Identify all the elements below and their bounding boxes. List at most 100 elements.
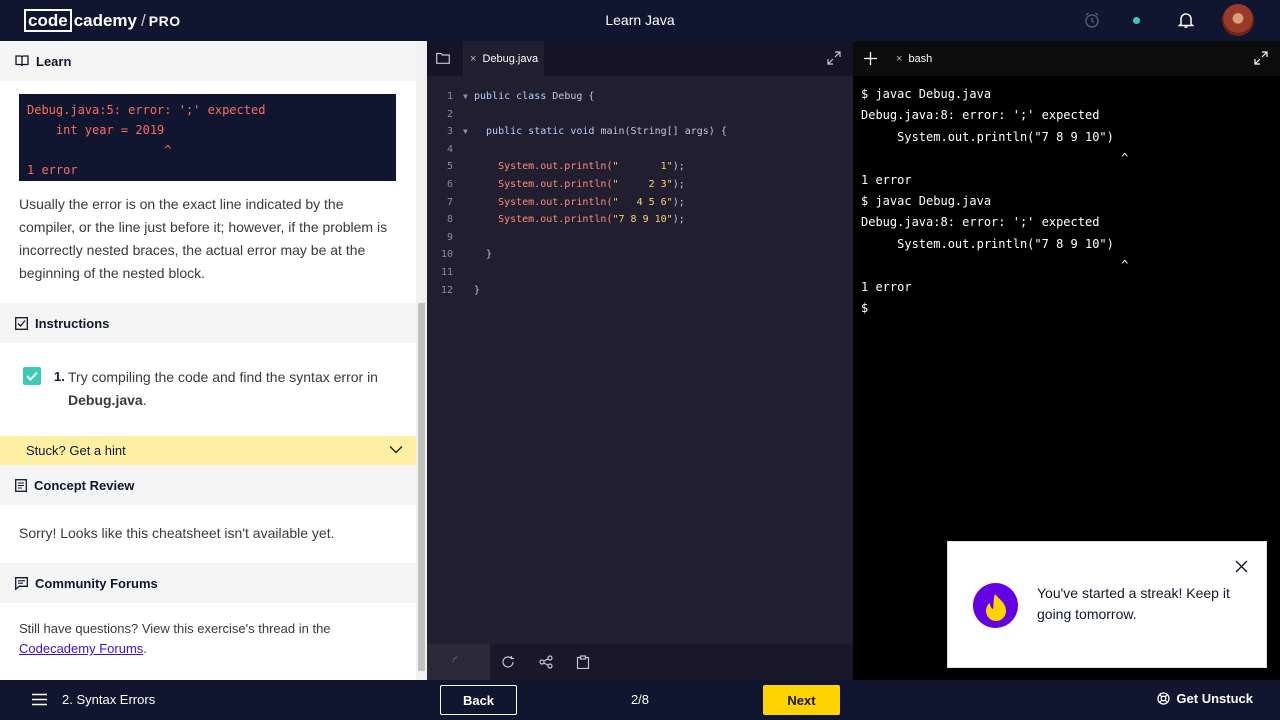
fold-arrow-icon[interactable]: ▼ bbox=[463, 88, 468, 106]
line-number: 8 bbox=[446, 214, 453, 226]
task-text-after: . bbox=[142, 392, 147, 408]
code-string: " 2 3" bbox=[612, 178, 673, 190]
code-line: 8 System.out.println("7 8 9 10"); bbox=[427, 211, 853, 229]
terminal-tab-bar: × bash bbox=[853, 41, 1280, 76]
document-icon bbox=[15, 478, 27, 492]
tab-debug-java[interactable]: × Debug.java bbox=[463, 41, 544, 76]
code-line: 7 System.out.println(" 4 5 6"); bbox=[427, 194, 853, 212]
learn-panel-scrollbar[interactable] bbox=[416, 41, 427, 680]
hint-toggle[interactable]: Stuck? Get a hint bbox=[0, 436, 416, 465]
notification-bell-icon[interactable] bbox=[1177, 11, 1195, 29]
instructions-section-header: Instructions bbox=[0, 303, 416, 343]
code-keyword: public static void bbox=[474, 126, 601, 138]
flame-icon bbox=[973, 583, 1018, 628]
code-line: 5 System.out.println(" 1"); bbox=[427, 158, 853, 176]
loading-spinner-icon bbox=[452, 656, 459, 663]
logo-pro-text: PRO bbox=[148, 12, 181, 29]
forums-link[interactable]: Codecademy Forums bbox=[19, 641, 143, 656]
editor-tab-bar: × Debug.java bbox=[427, 41, 853, 76]
code-text: public class Debug { bbox=[474, 88, 594, 106]
plus-icon[interactable] bbox=[863, 51, 878, 66]
community-forums-section-header: Community Forums bbox=[0, 563, 416, 603]
share-icon[interactable] bbox=[539, 655, 553, 669]
get-unstuck-button[interactable]: Get Unstuck bbox=[1157, 691, 1253, 706]
fold-arrow-icon[interactable]: ▼ bbox=[463, 123, 468, 141]
run-button[interactable] bbox=[427, 644, 490, 680]
code-text: System.out.println(" 1"); bbox=[474, 158, 685, 176]
task-text-before: Try compiling the code and find the synt… bbox=[68, 369, 378, 385]
code-end: ); bbox=[672, 196, 685, 208]
line-number: 1 bbox=[446, 91, 453, 102]
terminal-output[interactable]: $ javac Debug.java Debug.java:8: error: … bbox=[861, 84, 1128, 319]
concept-review-text: Sorry! Looks like this cheatsheet isn't … bbox=[19, 525, 335, 541]
code-end: ); bbox=[672, 161, 685, 173]
user-avatar[interactable] bbox=[1222, 4, 1254, 36]
scrollbar-thumb[interactable] bbox=[418, 303, 425, 671]
code-text: } bbox=[474, 284, 481, 296]
code-line: 9 bbox=[427, 229, 853, 247]
line-number: 11 bbox=[440, 266, 453, 278]
task-text: Try compiling the code and find the synt… bbox=[68, 366, 398, 412]
tab-label: Debug.java bbox=[482, 52, 539, 65]
back-button[interactable]: Back bbox=[440, 685, 517, 715]
code-string: " 1" bbox=[612, 161, 673, 173]
line-number: 2 bbox=[446, 108, 453, 120]
exercise-progress: 2/8 bbox=[630, 692, 650, 707]
learn-explanation: Usually the error is on the exact line i… bbox=[19, 196, 388, 281]
forums-text-after: . bbox=[143, 641, 147, 656]
code-string: " 4 5 6" bbox=[612, 196, 673, 208]
line-number: 12 bbox=[440, 284, 453, 296]
reset-icon[interactable] bbox=[501, 655, 515, 669]
alarm-clock-icon[interactable] bbox=[1083, 11, 1101, 29]
code-call: System.out.println( bbox=[474, 214, 613, 226]
code-keyword: public class bbox=[474, 91, 553, 102]
toast-message: You've started a streak! Keep it going t… bbox=[1037, 585, 1230, 622]
code-lines[interactable]: 1 ▼ public class Debug { 2 3 ▼ public st… bbox=[427, 88, 853, 299]
line-number: 5 bbox=[446, 161, 453, 173]
clipboard-icon[interactable] bbox=[576, 655, 590, 669]
code-line: 10 } bbox=[427, 246, 853, 264]
community-forums-heading: Community Forums bbox=[35, 575, 158, 591]
tab-label: bash bbox=[908, 52, 933, 65]
expand-icon[interactable] bbox=[827, 51, 841, 65]
get-unstuck-label: Get Unstuck bbox=[1176, 691, 1253, 706]
next-button[interactable]: Next bbox=[763, 685, 840, 715]
chat-bubble-icon bbox=[15, 576, 28, 590]
book-icon bbox=[15, 55, 29, 67]
learn-heading: Learn bbox=[36, 53, 72, 69]
instructions-heading: Instructions bbox=[35, 315, 110, 331]
tab-bash[interactable]: × bash bbox=[890, 41, 945, 76]
code-text: System.out.println(" 4 5 6"); bbox=[474, 194, 685, 212]
line-number: 7 bbox=[446, 196, 453, 208]
chevron-down-icon bbox=[389, 446, 403, 454]
code-line: 6 System.out.println(" 2 3"); bbox=[427, 176, 853, 194]
task-file-name: Debug.java bbox=[68, 392, 143, 408]
code-call: System.out.println( bbox=[474, 196, 613, 208]
hamburger-menu-icon[interactable] bbox=[32, 693, 47, 706]
code-end: ); bbox=[672, 178, 685, 190]
checkbox-icon bbox=[15, 316, 28, 330]
code-line: 3 ▼ public static void main(String[] arg… bbox=[427, 123, 853, 141]
close-tab-icon[interactable]: × bbox=[470, 53, 476, 65]
code-text: } bbox=[474, 249, 493, 261]
expand-icon[interactable] bbox=[1254, 51, 1268, 65]
code-end: ); bbox=[672, 214, 685, 226]
hint-label: Stuck? Get a hint bbox=[26, 443, 126, 458]
code-rest: Debug { bbox=[552, 91, 595, 102]
streak-toast: You've started a streak! Keep it going t… bbox=[947, 541, 1267, 668]
code-editor: × Debug.java 1 ▼ public class Debug { 2 … bbox=[427, 41, 853, 680]
line-number: 6 bbox=[446, 178, 453, 190]
folder-icon[interactable] bbox=[436, 52, 450, 64]
code-line: 1 ▼ public class Debug { bbox=[427, 88, 853, 106]
close-icon[interactable] bbox=[1235, 560, 1248, 573]
codecademy-pro-logo[interactable]: code cademy / PRO bbox=[24, 9, 181, 32]
close-tab-icon[interactable]: × bbox=[896, 53, 902, 65]
task-checkbox-checked[interactable] bbox=[23, 367, 41, 385]
course-title: Learn Java bbox=[605, 12, 675, 28]
editor-toolbar bbox=[427, 644, 853, 680]
code-rest: main(String[] args) { bbox=[600, 126, 727, 138]
lesson-name[interactable]: 2. Syntax Errors bbox=[62, 692, 155, 707]
code-string: "7 8 9 10" bbox=[612, 214, 673, 226]
code-text: System.out.println(" 2 3"); bbox=[474, 176, 685, 194]
code-line: 2 bbox=[427, 106, 853, 124]
